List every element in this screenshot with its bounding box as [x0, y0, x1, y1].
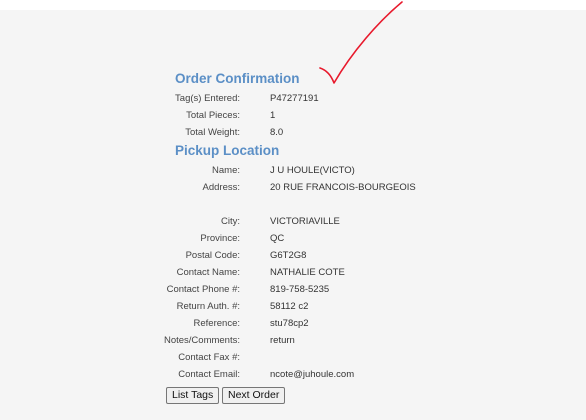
return-auth-value: 58112 c2 [270, 301, 309, 312]
list-tags-button[interactable]: List Tags [166, 387, 220, 404]
contact-phone-value: 819-758-5235 [270, 284, 330, 295]
tag-entered-label: Tag(s) Entered: [175, 93, 240, 104]
contact-fax-label: Contact Fax #: [178, 352, 240, 363]
total-pieces-value: 1 [270, 110, 276, 121]
contact-name-value: NATHALIE COTE [270, 267, 345, 278]
order-confirmation-heading: Order Confirmation [175, 71, 300, 86]
reference-label: Reference: [193, 318, 240, 329]
address-label: Address: [202, 182, 241, 193]
address-value: 20 RUE FRANCOIS-BOURGEOIS [270, 182, 416, 193]
pickup-location-heading: Pickup Location [175, 143, 280, 158]
name-label: Name: [212, 165, 240, 176]
name-value: J U HOULE(VICTO) [270, 165, 355, 176]
province-label: Province: [200, 233, 240, 244]
city-value: VICTORIAVILLE [270, 216, 340, 227]
contact-email-value: ncote@juhoule.com [270, 369, 355, 380]
next-order-button[interactable]: Next Order [222, 387, 286, 404]
reference-value: stu78cp2 [270, 318, 309, 329]
tag-entered-value: P47277191 [270, 93, 319, 104]
contact-name-label: Contact Name: [176, 267, 240, 278]
total-weight-label: Total Weight: [185, 127, 240, 138]
return-auth-label: Return Auth. #: [176, 301, 240, 312]
total-weight-value: 8.0 [270, 127, 284, 138]
contact-phone-label: Contact Phone #: [166, 284, 240, 295]
notes-comments-label: Notes/Comments: [163, 335, 240, 346]
city-label: City: [221, 216, 240, 227]
contact-email-label: Contact Email: [178, 369, 240, 380]
province-value: QC [270, 233, 285, 244]
postal-code-value: G6T2G8 [270, 250, 307, 261]
postal-code-label: Postal Code: [185, 250, 240, 261]
total-pieces-label: Total Pieces: [186, 110, 240, 121]
top-strip [0, 0, 586, 10]
notes-comments-value: return [270, 335, 295, 346]
